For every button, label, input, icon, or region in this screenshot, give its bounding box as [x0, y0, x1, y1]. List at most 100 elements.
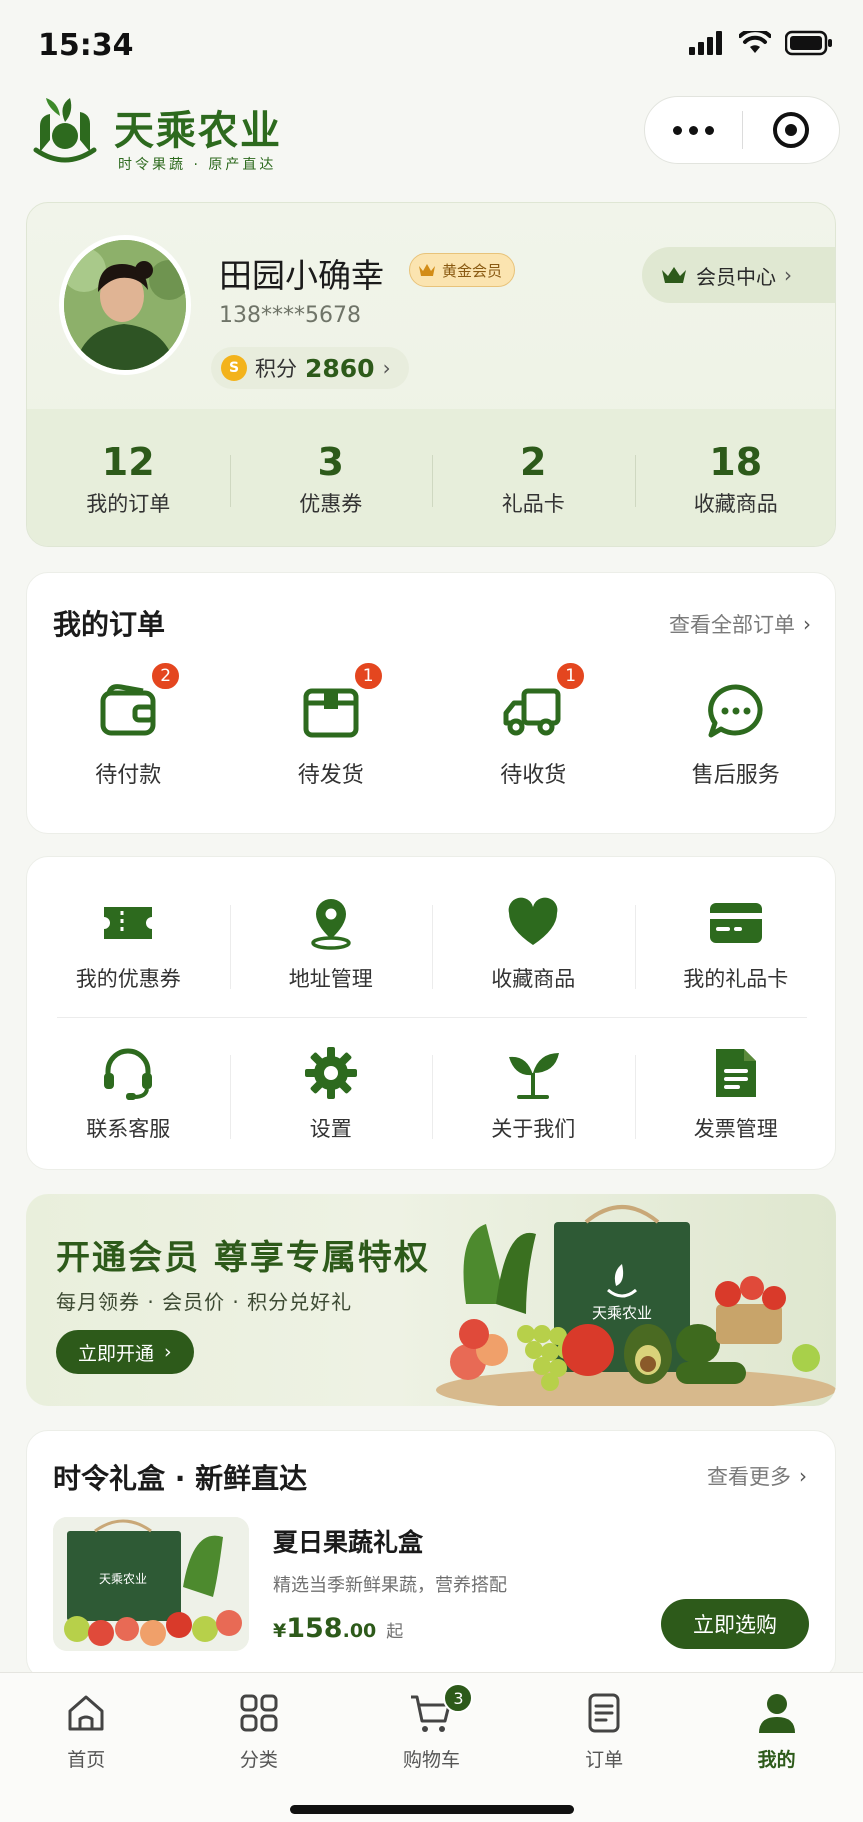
service-invoices[interactable]: 发票管理 [634, 1045, 838, 1143]
service-coupons[interactable]: 我的优惠券 [27, 895, 230, 993]
product-price: ¥ 158 .00 起 [273, 1613, 403, 1644]
status-bar: 15:34 [0, 0, 863, 90]
tab-category[interactable]: 分类 [173, 1691, 346, 1783]
member-center-button[interactable]: 会员中心 › [642, 247, 835, 303]
price-suffix: 起 [386, 1622, 404, 1642]
headset-icon [104, 1048, 153, 1100]
tab-list: 首页 分类 3 购物车 订单 我的 [0, 1673, 863, 1783]
stat-label: 优惠券 [299, 491, 363, 516]
box-brand-text: 天乘农业 [99, 1572, 147, 1586]
brand-name: 天乘农业 [114, 108, 282, 154]
chevron-right-icon: › [803, 612, 811, 636]
member-level-badge: 黄金会员 [409, 253, 516, 287]
avatar-photo [64, 240, 186, 370]
user-name: 田园小确幸 [219, 256, 384, 295]
tab-orders[interactable]: 订单 [518, 1691, 691, 1783]
buy-now-button[interactable]: 立即选购 [661, 1599, 809, 1649]
profile-stats: 12 我的订单 3 优惠券 2 礼品卡 18 收藏商品 [27, 409, 836, 546]
crown-icon [662, 267, 686, 283]
order-status-pending-receipt[interactable]: 1 待收货 [432, 661, 635, 789]
mini-program-capsule [644, 96, 840, 164]
view-all-orders-label: 查看全部订单 [669, 613, 795, 637]
tab-profile[interactable]: 我的 [690, 1691, 863, 1783]
price-decimal: .00 [342, 1620, 377, 1642]
member-center-label: 会员中心 [696, 264, 776, 289]
battery-icon [785, 30, 832, 56]
gear-icon [304, 1047, 357, 1099]
services-row: 联系客服 设置 关于我们 发票管理 [27, 1045, 837, 1143]
open-membership-label: 立即开通 [78, 1342, 155, 1365]
chevron-right-icon: › [382, 356, 391, 380]
service-label: 联系客服 [86, 1117, 171, 1141]
service-about-us[interactable]: 关于我们 [432, 1045, 635, 1143]
heart-icon [508, 897, 558, 945]
open-membership-button[interactable]: 立即开通 › [56, 1330, 194, 1374]
chevron-right-icon: › [164, 1341, 172, 1363]
package-icon [303, 688, 359, 738]
tab-cart[interactable]: 3 购物车 [345, 1683, 518, 1783]
seasonal-gift-section: 时令礼盒 · 新鲜直达 查看更多 › 天乘农业 夏日果蔬礼盒 精选当季新鲜果蔬，… [26, 1430, 836, 1680]
view-more-label: 查看更多 [707, 1465, 791, 1489]
stat-coupons[interactable]: 3 优惠券 [229, 409, 433, 546]
stat-label: 我的订单 [86, 491, 171, 516]
app-header: 天乘农业 时令果蔬 · 原产直达 [0, 92, 863, 188]
order-status-after-sales[interactable]: 售后服务 [635, 681, 838, 789]
order-status-label: 待收货 [500, 763, 567, 788]
more-dot-icon [673, 125, 682, 135]
more-options-button[interactable] [645, 97, 742, 163]
service-label: 发票管理 [693, 1117, 778, 1141]
membership-banner[interactable]: 开通会员 尊享专属特权 每月领券 · 会员价 · 积分兑好礼 立即开通 › 天乘… [26, 1194, 836, 1406]
invoice-icon [715, 1049, 756, 1097]
view-all-orders-link[interactable]: 查看全部订单 › [669, 609, 811, 639]
service-gift-cards[interactable]: 我的礼品卡 [634, 895, 838, 993]
truck-icon [503, 688, 561, 736]
order-status-row: 2 待付款 1 待发货 1 待收货 售后服务 [27, 661, 838, 789]
brand-logo-icon [33, 98, 97, 163]
product-image[interactable]: 天乘农业 [53, 1517, 249, 1651]
points-button[interactable]: S 积分 2860 › [211, 347, 409, 389]
more-dot-icon [705, 125, 714, 135]
service-settings[interactable]: 设置 [229, 1045, 433, 1143]
location-icon [311, 899, 351, 950]
view-more-link[interactable]: 查看更多 › [707, 1461, 807, 1491]
close-mini-program-button[interactable] [743, 97, 839, 163]
order-count-badge: 1 [352, 661, 384, 691]
order-status-pending-shipment[interactable]: 1 待发货 [230, 661, 433, 789]
order-doc-icon [588, 1693, 620, 1733]
order-status-label: 待发货 [297, 763, 364, 788]
order-status-label: 待付款 [95, 763, 162, 788]
services-card: 我的优惠券 地址管理 收藏商品 我的礼品卡 联系客服 设置 关于我们 发票管理 [26, 856, 836, 1170]
stat-label: 收藏商品 [693, 491, 778, 516]
stat-orders[interactable]: 12 我的订单 [27, 409, 230, 546]
banner-title: 开通会员 尊享专属特权 [56, 1238, 430, 1278]
points-label: 积分 [255, 357, 297, 381]
service-customer-support[interactable]: 联系客服 [27, 1045, 230, 1143]
user-icon [758, 1694, 795, 1733]
stat-gift-cards[interactable]: 2 礼品卡 [432, 409, 635, 546]
status-icons [689, 30, 833, 56]
wallet-icon [100, 684, 156, 736]
service-label: 我的优惠券 [75, 967, 181, 991]
coupon-icon [104, 907, 153, 939]
stat-favorites[interactable]: 18 收藏商品 [634, 409, 836, 546]
page: 15:34 天乘农业 时令果蔬 · 原产直达 田园小确幸 黄金会员 138***… [0, 0, 863, 1822]
home-indicator [290, 1805, 574, 1814]
stat-value: 2 [520, 439, 547, 484]
chat-icon [707, 684, 763, 738]
crown-icon [419, 264, 435, 276]
signal-icon [689, 31, 722, 55]
avatar[interactable] [59, 235, 191, 375]
product-name[interactable]: 夏日果蔬礼盒 [273, 1523, 423, 1559]
service-label: 我的礼品卡 [683, 967, 789, 991]
coin-icon: S [221, 355, 247, 381]
more-dot-icon [689, 125, 698, 135]
chevron-right-icon: › [784, 263, 792, 287]
price-currency: ¥ [273, 1620, 287, 1642]
service-label: 收藏商品 [491, 967, 576, 991]
chevron-right-icon: › [799, 1464, 807, 1488]
tab-label: 首页 [67, 1749, 106, 1771]
service-favorites[interactable]: 收藏商品 [432, 895, 635, 993]
order-status-pending-payment[interactable]: 2 待付款 [27, 661, 230, 789]
tab-home[interactable]: 首页 [0, 1691, 173, 1783]
service-address[interactable]: 地址管理 [229, 895, 433, 993]
